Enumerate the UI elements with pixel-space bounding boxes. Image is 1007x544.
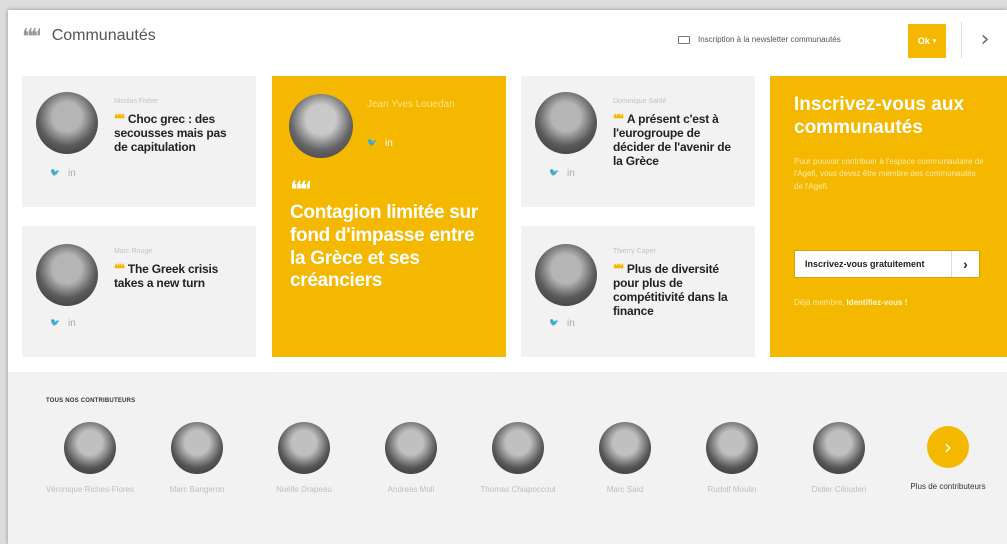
linkedin-icon[interactable]: in <box>385 138 393 149</box>
featured-article[interactable]: Jean Yves Louedan 🐦 in ❝❝ Contagion limi… <box>272 76 506 357</box>
twitter-icon[interactable]: 🐦 <box>549 168 559 179</box>
contributors-heading: TOUS NOS CONTRIBUTEURS <box>46 398 136 404</box>
headline-text: A présent c'est à l'eurogroupe de décide… <box>613 112 731 169</box>
chevron-right-icon: › <box>951 251 979 277</box>
contributor-name: Marc Saïd <box>606 485 644 494</box>
quote-icon: ❝❝ <box>114 112 125 126</box>
avatar <box>706 422 758 474</box>
next-arrow-icon[interactable]: › <box>973 24 997 54</box>
avatar <box>289 94 353 158</box>
article-card[interactable]: 🐦 in Thierry Capet ❝❝ Plus de diversité p… <box>521 226 755 357</box>
login-link[interactable]: Identifiez-vous ! <box>846 298 907 307</box>
avatar <box>813 422 865 474</box>
signup-button[interactable]: Inscrivez-vous gratuitement › <box>794 250 980 278</box>
avatar <box>599 422 651 474</box>
linkedin-icon[interactable]: in <box>68 168 76 179</box>
avatar <box>535 92 597 154</box>
linkedin-icon[interactable]: in <box>567 168 575 179</box>
avatar <box>278 422 330 474</box>
headline-text: Choc grec : des secousses mais pas de ca… <box>114 112 227 155</box>
contributors-section: TOUS NOS CONTRIBUTEURS Véronique Riches-… <box>8 372 1007 544</box>
twitter-icon[interactable]: 🐦 <box>50 318 60 329</box>
avatar <box>535 244 597 306</box>
ok-label: Ok <box>917 36 930 46</box>
author-name[interactable]: Thierry Capet <box>613 248 655 255</box>
twitter-icon[interactable]: 🐦 <box>549 318 559 329</box>
contributor[interactable]: Marc Saïd <box>580 422 670 495</box>
quote-icon: ❝❝ <box>114 262 125 276</box>
article-card[interactable]: 🐦 in Nicolas Fisher ❝❝ Choc grec : des se… <box>22 76 256 207</box>
headline-text: Plus de diversité pour plus de compétiti… <box>613 262 728 319</box>
contributor[interactable]: Marc Bangeron <box>152 422 242 495</box>
author-name[interactable]: Nicolas Fisher <box>114 98 158 105</box>
article-card[interactable]: 🐦 in Marc Rouge ❝❝ The Greek crisis takes… <box>22 226 256 357</box>
social-links: 🐦 in <box>549 168 575 179</box>
avatar <box>64 422 116 474</box>
brand: ❝❝ Communautés <box>22 27 156 45</box>
contributor-name: Marc Bangeron <box>169 485 225 494</box>
header: ❝❝ Communautés Inscription à la newslett… <box>8 10 1007 66</box>
quote-icon: ❝❝ <box>290 178 310 198</box>
signup-panel: Inscrivez-vous aux communautés Pour pouv… <box>770 76 1007 357</box>
twitter-icon[interactable]: 🐦 <box>367 138 377 149</box>
headline[interactable]: ❝❝ A présent c'est à l'eurogroupe de déci… <box>613 112 737 169</box>
avatar <box>492 422 544 474</box>
author-name[interactable]: Marc Rouge <box>114 248 152 255</box>
quote-icon: ❝❝ <box>613 262 624 276</box>
headline[interactable]: ❝❝ Choc grec : des secousses mais pas de … <box>114 112 234 154</box>
contributor-name: Noëlle Drapeau <box>276 485 332 494</box>
social-links: 🐦 in <box>367 138 393 149</box>
avatar <box>171 422 223 474</box>
contributor[interactable]: Thomas Chiapoccoul <box>473 422 563 495</box>
quote-icon: ❝❝ <box>613 112 624 126</box>
signup-title: Inscrivez-vous aux communautés <box>794 94 965 138</box>
twitter-icon[interactable]: 🐦 <box>50 168 60 179</box>
ok-button[interactable]: Ok ▾ <box>908 24 946 58</box>
author-name[interactable]: Jean Yves Louedan <box>367 98 477 111</box>
contributor[interactable]: Véronique Riches-Flores <box>45 422 135 495</box>
contributor[interactable]: Didier Cilouden <box>794 422 884 495</box>
login-prompt: Déjà membre, Identifiez-vous ! <box>794 298 907 307</box>
newsletter-label: Inscription à la newsletter communautés <box>698 35 841 44</box>
login-prefix: Déjà membre, <box>794 298 845 307</box>
contributor-name: Rudolf Moulin <box>707 485 757 494</box>
chevron-down-icon: ▾ <box>932 38 937 45</box>
quote-icon: ❝❝ <box>22 27 40 45</box>
social-links: 🐦 in <box>50 168 76 179</box>
contributor-name: Andreas Moll <box>387 485 435 494</box>
more-contributors-button[interactable]: › Plus de contributeurs <box>908 422 988 493</box>
avatar <box>36 244 98 306</box>
contributor-name: Véronique Riches-Flores <box>45 485 135 494</box>
linkedin-icon[interactable]: in <box>567 318 575 329</box>
avatar <box>385 422 437 474</box>
avatar <box>36 92 98 154</box>
more-contributors-label: Plus de contributeurs <box>910 482 986 491</box>
social-links: 🐦 in <box>549 318 575 329</box>
contributor-name: Didier Cilouden <box>811 485 867 494</box>
mail-icon <box>678 35 690 44</box>
signup-description: Pour pouvoir contribuer à l'espace commu… <box>794 157 984 191</box>
chevron-right-icon: › <box>927 426 969 468</box>
author-name[interactable]: Dominique Sahlé <box>613 98 666 105</box>
page: ❝❝ Communautés Inscription à la newslett… <box>8 10 1007 544</box>
article-card[interactable]: 🐦 in Dominique Sahlé ❝❝ A présent c'est à… <box>521 76 755 207</box>
featured-headline[interactable]: Contagion limitée sur fond d'impasse ent… <box>290 202 490 293</box>
contributor[interactable]: Noëlle Drapeau <box>259 422 349 495</box>
page-title[interactable]: Communautés <box>52 27 156 45</box>
contributor[interactable]: Andreas Moll <box>366 422 456 495</box>
headline[interactable]: ❝❝ Plus de diversité pour plus de compéti… <box>613 262 737 319</box>
headline-text: The Greek crisis takes a new turn <box>114 262 219 291</box>
social-links: 🐦 in <box>50 318 76 329</box>
signup-button-label: Inscrivez-vous gratuitement <box>805 259 925 269</box>
linkedin-icon[interactable]: in <box>68 318 76 329</box>
newsletter-link[interactable]: Inscription à la newsletter communautés <box>678 35 841 44</box>
headline[interactable]: ❝❝ The Greek crisis takes a new turn <box>114 262 224 290</box>
divider <box>961 22 962 58</box>
contributor[interactable]: Rudolf Moulin <box>687 422 777 495</box>
contributor-name: Thomas Chiapoccoul <box>480 485 556 494</box>
